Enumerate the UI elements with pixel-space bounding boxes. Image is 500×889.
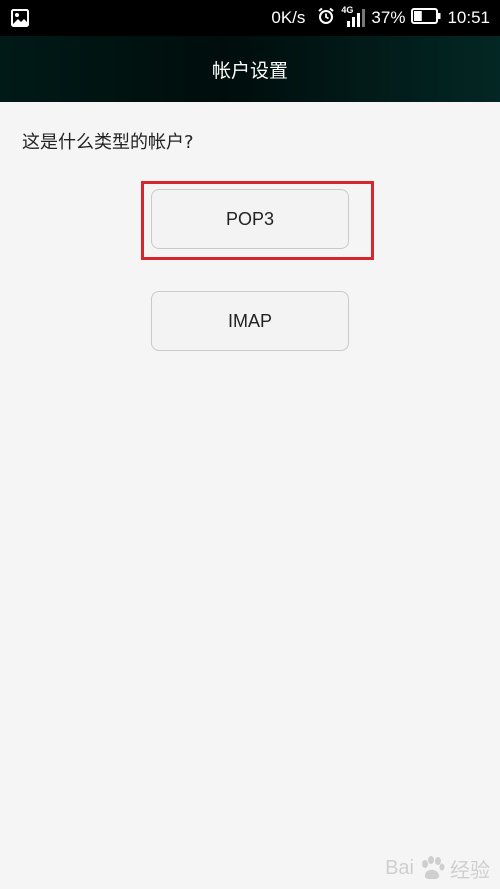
battery-percent: 37% [371,8,406,27]
battery-icon [411,7,441,29]
network-speed: 0K/s [271,8,306,27]
image-icon [10,8,30,28]
imap-button[interactable]: IMAP [151,291,349,351]
watermark-text-left: Bai [385,857,414,879]
title-bar: 帐户设置 [0,36,500,102]
watermark-text-right: 经验 [450,860,490,882]
pop3-button[interactable]: POP3 [151,189,349,249]
paw-logo-icon [418,855,446,883]
status-indicators: 0K/s 4G 37% 10:51 [271,0,490,36]
clock-time: 10:51 [447,8,490,27]
alarm-icon [317,7,335,30]
signal-icon: 4G [341,5,366,28]
status-bar: 0K/s 4G 37% 10:51 [0,0,500,36]
account-type-question: 这是什么类型的帐户? [22,132,194,153]
page-title: 帐户设置 [211,59,288,82]
baidu-watermark: Bai 经验 [385,854,490,883]
